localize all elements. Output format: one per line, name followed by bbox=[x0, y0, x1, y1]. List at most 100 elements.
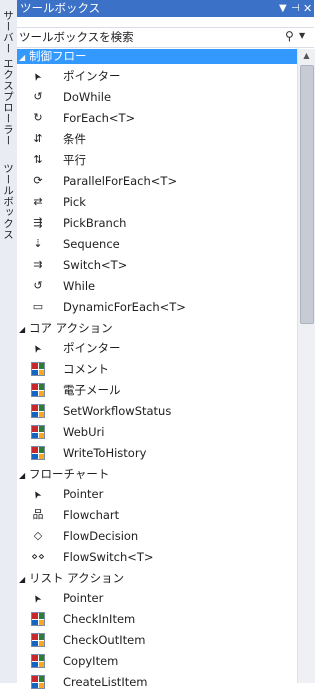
pin-icon[interactable]: ⊣ bbox=[291, 0, 300, 17]
sequence-icon: ⇣ bbox=[33, 237, 43, 250]
parallel-icon: ⇅ bbox=[33, 153, 43, 166]
while-icon: ↺ bbox=[33, 279, 43, 292]
toolbox-item[interactable]: WriteToHistory bbox=[17, 443, 297, 464]
toolbox-item-label: ポインター bbox=[63, 341, 121, 355]
toolbox-item-label: DoWhile bbox=[63, 90, 112, 104]
toolbox-item-label: Pointer bbox=[63, 487, 104, 501]
toolbox-list: ◢ 制御フロー ➤ ポインター ↺ DoWhile ↻ ForEach<T> ⇵ 条件 ⇅ 平行 ⟳ Pa… bbox=[17, 49, 297, 693]
toolbox-item[interactable]: WebUri bbox=[17, 422, 297, 443]
toolbox-item[interactable]: CopyItem bbox=[17, 651, 297, 672]
scroll-thumb[interactable] bbox=[300, 65, 314, 324]
toolbox-item[interactable]: ↻ ForEach<T> bbox=[17, 108, 297, 129]
toolbox-item[interactable]: ⋄⋄ FlowSwitch<T> bbox=[17, 547, 297, 568]
toolbox-item[interactable]: ➤ ポインター bbox=[17, 66, 297, 87]
toolbox-item-label: ポインター bbox=[63, 69, 121, 83]
flowdecision-icon: ◇ bbox=[33, 529, 43, 542]
pointer-icon: ➤ bbox=[30, 69, 45, 83]
search-input[interactable] bbox=[19, 29, 279, 44]
category-header[interactable]: ◢ 制御フロー bbox=[17, 49, 297, 64]
toolbox-item[interactable]: ⇵ 条件 bbox=[17, 129, 297, 150]
category-label: 制御フロー bbox=[29, 49, 87, 63]
toolbox-item[interactable]: ⇣ Sequence bbox=[17, 234, 297, 255]
toolbox-panel: ツールボックス ▼ ⊣ ✕ ⚲ ▼ ◢制御フロー➤ポインター↺DoWhile↻F… bbox=[17, 0, 315, 689]
side-tab-strip: サーバー エクスプローラー ツールボックス bbox=[0, 0, 18, 683]
toolbox-item[interactable]: ↺ DoWhile bbox=[17, 87, 297, 108]
toolbox-item[interactable]: ▭ DynamicForEach<T> bbox=[17, 297, 297, 318]
pick-icon: ⇄ bbox=[33, 195, 43, 208]
toolbox-item-label: ParallelForEach<T> bbox=[63, 174, 178, 188]
expand-triangle-icon[interactable]: ◢ bbox=[19, 320, 29, 340]
foreach-icon: ↻ bbox=[33, 111, 43, 124]
activity-grid-icon bbox=[31, 446, 45, 460]
scroll-up-icon[interactable]: ▲ bbox=[298, 49, 315, 63]
toolbox-item-label: DynamicForEach<T> bbox=[63, 300, 186, 314]
server-explorer-tab[interactable]: サーバー エクスプローラー bbox=[2, 10, 16, 146]
activity-grid-icon bbox=[31, 633, 45, 647]
category-header[interactable]: ◢ コア アクション bbox=[17, 318, 297, 338]
activity-grid-icon bbox=[31, 425, 45, 439]
toolbox-item-label: WriteToHistory bbox=[63, 446, 147, 460]
vertical-scrollbar[interactable]: ▲ bbox=[297, 49, 315, 683]
toolbox-item[interactable]: ➤ Pointer bbox=[17, 484, 297, 505]
toolbox-item-label: FlowSwitch<T> bbox=[63, 550, 154, 564]
dowhile-icon: ↺ bbox=[33, 90, 43, 103]
toolbox-item-label: Flowchart bbox=[63, 508, 120, 522]
toolbox-search: ⚲ ▼ bbox=[17, 27, 314, 48]
toolbox-item-label: WebUri bbox=[63, 425, 105, 439]
expand-triangle-icon[interactable]: ◢ bbox=[19, 50, 29, 65]
search-icon[interactable]: ⚲ bbox=[285, 29, 294, 43]
toolbox-item[interactable]: コメント bbox=[17, 359, 297, 380]
pointer-icon: ➤ bbox=[30, 591, 45, 605]
toolbox-item-label: ForEach<T> bbox=[63, 111, 136, 125]
activity-grid-icon bbox=[31, 383, 45, 397]
toolbox-item[interactable]: ⇉ Switch<T> bbox=[17, 255, 297, 276]
toolbox-item[interactable]: ➤ Pointer bbox=[17, 588, 297, 609]
toolbox-item[interactable]: ↺ While bbox=[17, 276, 297, 297]
toolbox-side-tab[interactable]: ツールボックス bbox=[2, 163, 16, 240]
toolbox-item[interactable]: 品 Flowchart bbox=[17, 505, 297, 526]
flowswitch-icon: ⋄⋄ bbox=[31, 550, 45, 563]
toolbox-item[interactable]: 電子メール bbox=[17, 380, 297, 401]
toolbox-item-label: コメント bbox=[63, 362, 109, 376]
toolbox-item[interactable]: ◇ FlowDecision bbox=[17, 526, 297, 547]
toolbox-item[interactable]: ⟳ ParallelForEach<T> bbox=[17, 171, 297, 192]
flowchart-icon: 品 bbox=[32, 508, 44, 521]
toolbox-item[interactable]: CheckInItem bbox=[17, 609, 297, 630]
close-icon[interactable]: ✕ bbox=[303, 0, 312, 17]
pickbranch-icon: ⇶ bbox=[33, 216, 43, 229]
activity-grid-icon bbox=[31, 675, 45, 689]
toolbox-item[interactable]: CheckOutItem bbox=[17, 630, 297, 651]
toolbox-item[interactable]: ⇅ 平行 bbox=[17, 150, 297, 171]
window-position-dropdown-icon[interactable]: ▼ bbox=[279, 0, 287, 17]
toolbox-item-label: Sequence bbox=[63, 237, 120, 251]
toolbox-item-label: Pointer bbox=[63, 591, 104, 605]
category-label: フローチャート bbox=[29, 467, 110, 481]
dynamicforeach-icon: ▭ bbox=[32, 300, 44, 313]
toolbox-item[interactable]: SetWorkflowStatus bbox=[17, 401, 297, 422]
toolbox-item-label: Switch<T> bbox=[63, 258, 128, 272]
toolbox-item-label: CopyItem bbox=[63, 654, 119, 668]
toolbox-item-label: Pick bbox=[63, 195, 86, 209]
toolbox-titlebar[interactable]: ツールボックス ▼ ⊣ ✕ bbox=[17, 0, 314, 17]
category-header[interactable]: ◢ フローチャート bbox=[17, 464, 297, 484]
switch-icon: ⇉ bbox=[33, 258, 43, 271]
toolbox-item-label: 平行 bbox=[63, 153, 86, 167]
activity-grid-icon bbox=[31, 654, 45, 668]
expand-triangle-icon[interactable]: ◢ bbox=[19, 466, 29, 486]
activity-grid-icon bbox=[31, 612, 45, 626]
category-label: コア アクション bbox=[29, 321, 113, 335]
toolbox-item[interactable]: ⇄ Pick bbox=[17, 192, 297, 213]
toolbox-item[interactable]: ⇶ PickBranch bbox=[17, 213, 297, 234]
category-header[interactable]: ◢ リスト アクション bbox=[17, 568, 297, 588]
toolbox-item-label: CheckOutItem bbox=[63, 633, 146, 647]
panel-title: ツールボックス bbox=[20, 1, 101, 15]
toolbox-item-label: PickBranch bbox=[63, 216, 127, 230]
search-options-chevron-icon[interactable]: ▼ bbox=[299, 31, 305, 40]
toolbox-item-label: 電子メール bbox=[63, 383, 121, 397]
activity-grid-icon bbox=[31, 404, 45, 418]
pointer-icon: ➤ bbox=[30, 487, 45, 501]
parallelforeach-icon: ⟳ bbox=[33, 174, 43, 187]
expand-triangle-icon[interactable]: ◢ bbox=[19, 570, 29, 590]
toolbox-item[interactable]: ➤ ポインター bbox=[17, 338, 297, 359]
pointer-icon: ➤ bbox=[30, 341, 45, 355]
